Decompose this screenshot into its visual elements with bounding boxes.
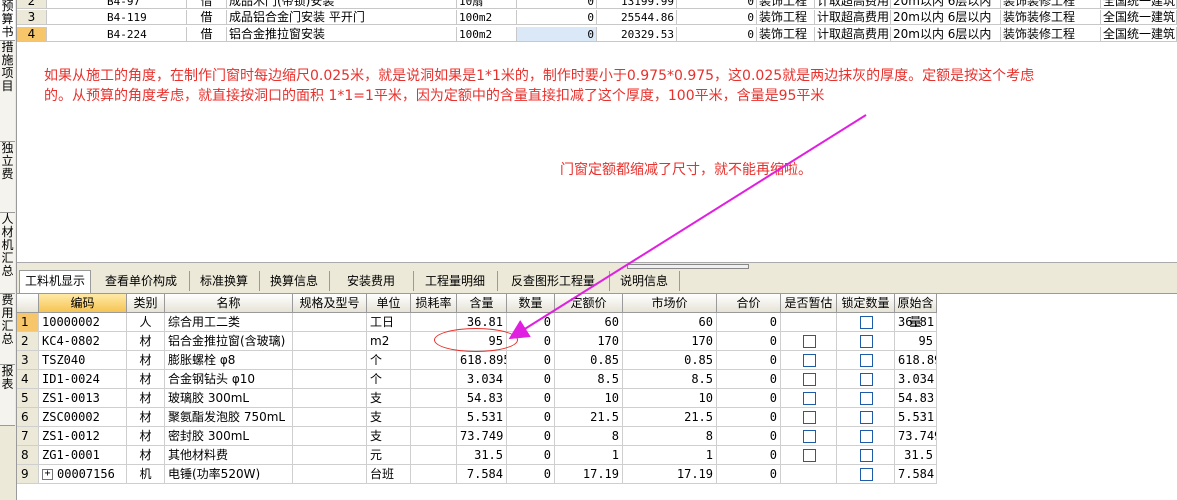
arrow-line [508, 114, 867, 340]
arrow-annotation [508, 114, 867, 340]
